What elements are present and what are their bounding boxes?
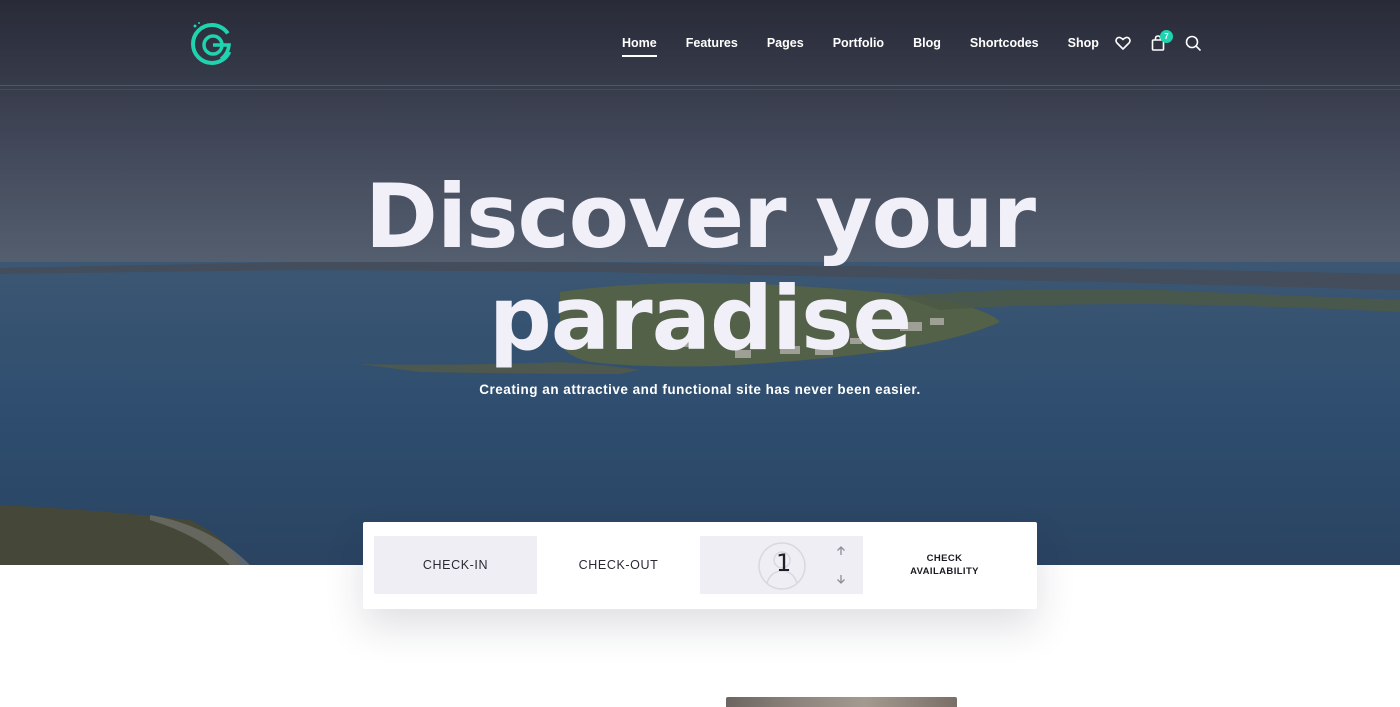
heart-icon[interactable] [1114, 34, 1132, 52]
nav-blog[interactable]: Blog [913, 30, 941, 56]
nav-pages[interactable]: Pages [767, 30, 804, 56]
arrow-down-icon[interactable] [834, 572, 848, 586]
hero-title-line1: Discover your [364, 165, 1036, 268]
nav-portfolio[interactable]: Portfolio [833, 30, 884, 56]
check-availability-button[interactable]: CHECK AVAILABILITY [863, 536, 1026, 594]
guests-stepper[interactable]: 1 [700, 536, 863, 594]
nav-home[interactable]: Home [622, 30, 657, 57]
content-image-thumbnail [726, 697, 957, 707]
booking-form: CHECK-IN CHECK-OUT 1 CHECK AVAILABILITY [363, 522, 1037, 609]
arrow-up-icon[interactable] [834, 544, 848, 558]
cart-count-badge: 7 [1160, 30, 1173, 43]
hero-title-line2: paradise [488, 267, 912, 370]
nav-features[interactable]: Features [686, 30, 738, 56]
check-out-label: CHECK-OUT [578, 558, 659, 572]
nav-shop[interactable]: Shop [1068, 30, 1099, 56]
nav-shortcodes[interactable]: Shortcodes [970, 30, 1039, 56]
hero-title: Discover your paradise [0, 166, 1400, 370]
guests-value: 1 [776, 549, 792, 577]
search-icon[interactable] [1184, 34, 1202, 52]
site-header: Home Features Pages Portfolio Blog Short… [0, 0, 1400, 86]
check-in-field[interactable]: CHECK-IN [374, 536, 537, 594]
hero-subtitle: Creating an attractive and functional si… [479, 382, 921, 397]
main-nav: Home Features Pages Portfolio Blog Short… [610, 0, 1128, 86]
logo-icon[interactable] [188, 20, 236, 68]
check-out-field[interactable]: CHECK-OUT [537, 536, 700, 594]
header-divider [0, 89, 1400, 90]
check-in-label: CHECK-IN [422, 558, 489, 572]
